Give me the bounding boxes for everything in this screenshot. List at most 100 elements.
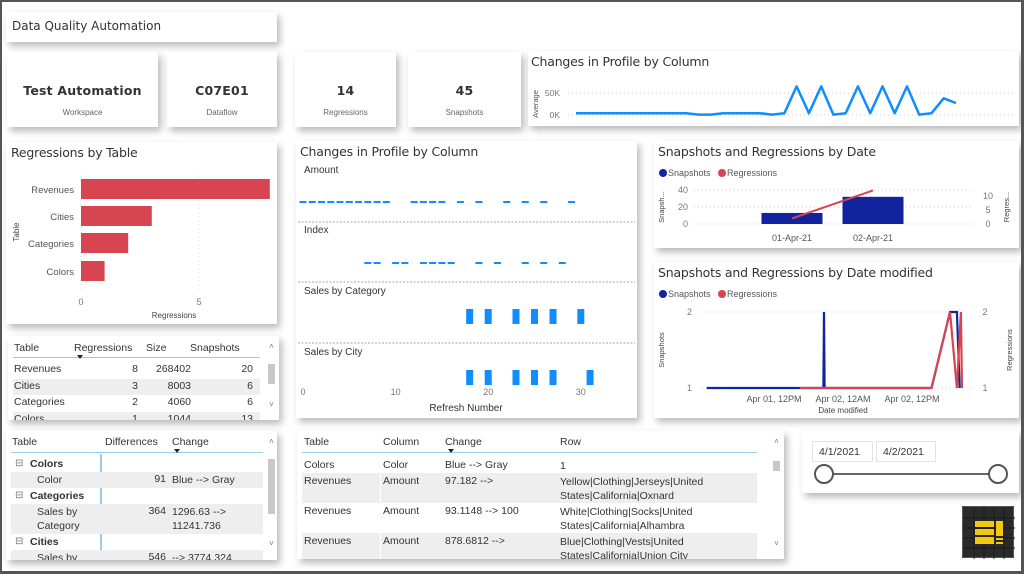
date-range-slicer[interactable]: 4/1/2021 4/2/2021: [802, 431, 1019, 493]
x-tick-label: 01-Apr-21: [772, 233, 812, 243]
x-tick-label: Apr 01, 12PM: [746, 394, 801, 404]
panel-label: Sales by Category: [304, 286, 386, 297]
table-cell: 13: [241, 412, 253, 421]
scrollbar-thumb[interactable]: [773, 461, 780, 471]
collapse-icon[interactable]: ⊟: [15, 490, 23, 501]
vertical-scrollbar[interactable]: ˄ ˅: [267, 437, 276, 549]
scrollbar-thumb[interactable]: [268, 459, 275, 514]
slider-end-handle[interactable]: [988, 464, 1008, 484]
dash-mark: [373, 201, 381, 203]
y-axis-label: Table: [12, 222, 21, 242]
table-cell: Colors: [304, 459, 335, 471]
table-cell: Revenues: [304, 505, 352, 517]
column-header-snapshots[interactable]: Snapshots: [190, 342, 240, 354]
table-header: [302, 431, 757, 453]
regressions-by-table-card[interactable]: Regressions by Table 0 5 Revenues Cities Cat…: [6, 142, 277, 324]
differences-matrix-card[interactable]: Table Differences Change ⊟ Colors Color 91 Blue…: [6, 431, 277, 560]
column-header-size[interactable]: Size: [146, 342, 166, 354]
scroll-up-arrow[interactable]: ˄: [267, 342, 276, 351]
column-name: Sales by Category: [37, 506, 80, 532]
regressions-table[interactable]: Table Regressions Size Snapshots Revenues 8 26…: [8, 336, 279, 420]
group-label: Cities: [30, 536, 59, 548]
dash-mark: [503, 201, 511, 203]
table-cell: White|Clothing|Socks|United States|Calif…: [560, 506, 693, 532]
regressions-table-card[interactable]: Table Regressions Size Snapshots Revenues 8 26…: [8, 336, 279, 420]
y-axis-label: Snapsh...: [657, 191, 666, 223]
x-tick-label: 10: [391, 387, 401, 397]
y-tick-label: Revenues: [31, 185, 74, 196]
snapshots-by-date-modified-card[interactable]: Snapshots and Regressions by Date modifi…: [654, 262, 1019, 418]
changes-table-card[interactable]: Table Column Change Row Colors Color Blue --> …: [297, 431, 784, 559]
cell-divider: [380, 533, 381, 559]
dash-mark: [308, 201, 316, 203]
snapshots-line: [706, 310, 961, 390]
slider-track[interactable]: [824, 473, 998, 475]
dash-mark: [327, 201, 335, 203]
legend-snapshots-label: Snapshots: [668, 289, 711, 299]
column-header-table[interactable]: Table: [14, 342, 39, 354]
scroll-up-arrow[interactable]: ˄: [267, 437, 276, 446]
regressions-bar-chart[interactable]: 0 5 Revenues Cities Categories Colors Regressi…: [6, 142, 277, 324]
vertical-scrollbar[interactable]: ˄ ˅: [772, 437, 781, 549]
changes-table[interactable]: Table Column Change Row Colors Color Blue --> …: [297, 431, 784, 559]
slider-start-handle[interactable]: [814, 464, 834, 484]
column-header-change[interactable]: Change: [172, 436, 209, 448]
report-logo-icon: [962, 506, 1015, 559]
collapse-icon[interactable]: ⊟: [15, 458, 23, 469]
x-tick-label: 0: [78, 297, 83, 307]
sort-descending-icon: [77, 355, 83, 359]
end-date-input[interactable]: 4/2/2021: [876, 441, 936, 462]
change-value: Blue --> Gray: [172, 474, 235, 486]
table-cell: Cities: [14, 379, 41, 392]
snapshot-bar: [842, 196, 904, 224]
table-cell: Colors: [14, 412, 45, 421]
dash-mark: [438, 262, 446, 264]
vertical-scrollbar[interactable]: ˄ ˅: [267, 342, 276, 410]
legend-snapshots-label: Snapshots: [668, 168, 711, 178]
report-title-card: Data Quality Automation: [6, 12, 277, 42]
scroll-up-arrow[interactable]: ˄: [772, 437, 781, 446]
differences-matrix[interactable]: Table Differences Change ⊟ Colors Color 91 Blue…: [6, 431, 277, 560]
scroll-down-arrow[interactable]: ˅: [267, 400, 276, 409]
block-mark: [531, 309, 538, 324]
column-header-row[interactable]: Row: [560, 436, 581, 448]
scrollbar-thumb[interactable]: [268, 364, 275, 384]
kpi-regressions: 14 Regressions: [295, 52, 396, 127]
column-header-change[interactable]: Change: [445, 436, 482, 448]
collapse-icon[interactable]: ⊟: [15, 536, 23, 547]
scroll-down-arrow[interactable]: ˅: [772, 539, 781, 548]
report-title: Data Quality Automation: [12, 19, 162, 33]
changes-line-chart[interactable]: 0K 50K Average: [528, 51, 1019, 126]
dash-mark: [540, 262, 548, 264]
changes-small-multiples-chart[interactable]: Amount Index Sales by Category Sales by Cit…: [296, 141, 637, 418]
panel-label: Amount: [304, 165, 339, 176]
start-date-input[interactable]: 4/1/2021: [812, 441, 873, 462]
snapshots-by-date-card[interactable]: Snapshots and Regressions by Date Snapsh…: [654, 141, 1019, 248]
scroll-down-arrow[interactable]: ˅: [267, 539, 276, 548]
snapshots-regressions-by-date-chart[interactable]: Snapshots Regressions 0 20 40 0 5 10 Snapsh... Re…: [654, 141, 1019, 248]
column-header-column[interactable]: Column: [383, 436, 419, 448]
table-cell: Amount: [383, 475, 420, 487]
legend-regressions-label: Regressions: [727, 168, 778, 178]
legend-regressions-marker: [718, 169, 726, 177]
column-header-table[interactable]: Table: [304, 436, 329, 448]
changes-small-multiples-card[interactable]: Changes in Profile by Column Amount Index…: [296, 141, 637, 418]
column-header-table[interactable]: Table: [12, 436, 37, 448]
y-tick-label: Categories: [28, 239, 74, 250]
column-header-regressions[interactable]: Regressions: [74, 342, 132, 354]
x-axis-label: Regressions: [152, 311, 196, 320]
table-cell: Revenues: [304, 535, 352, 547]
snapshots-regressions-by-date-modified-chart[interactable]: Snapshots Regressions 1 1 2 2 Snapshots Regress…: [654, 262, 1019, 418]
kpi-value: C07E01: [195, 83, 249, 98]
changes-line-chart-card[interactable]: Changes in Profile by Column 0K 50K Averag…: [528, 51, 1019, 126]
kpi-value: Test Automation: [23, 83, 142, 98]
x-axis-label: Refresh Number: [429, 403, 503, 414]
column-header-differences[interactable]: Differences: [105, 436, 158, 448]
column-name: Sales by: [37, 552, 78, 560]
x-tick-label: 5: [196, 297, 201, 307]
legend-regressions-marker: [718, 290, 726, 298]
y-tick-label: Colors: [47, 267, 75, 278]
dash-mark: [345, 201, 353, 203]
y-tick-label: Cities: [50, 212, 74, 223]
dash-mark: [410, 201, 418, 203]
